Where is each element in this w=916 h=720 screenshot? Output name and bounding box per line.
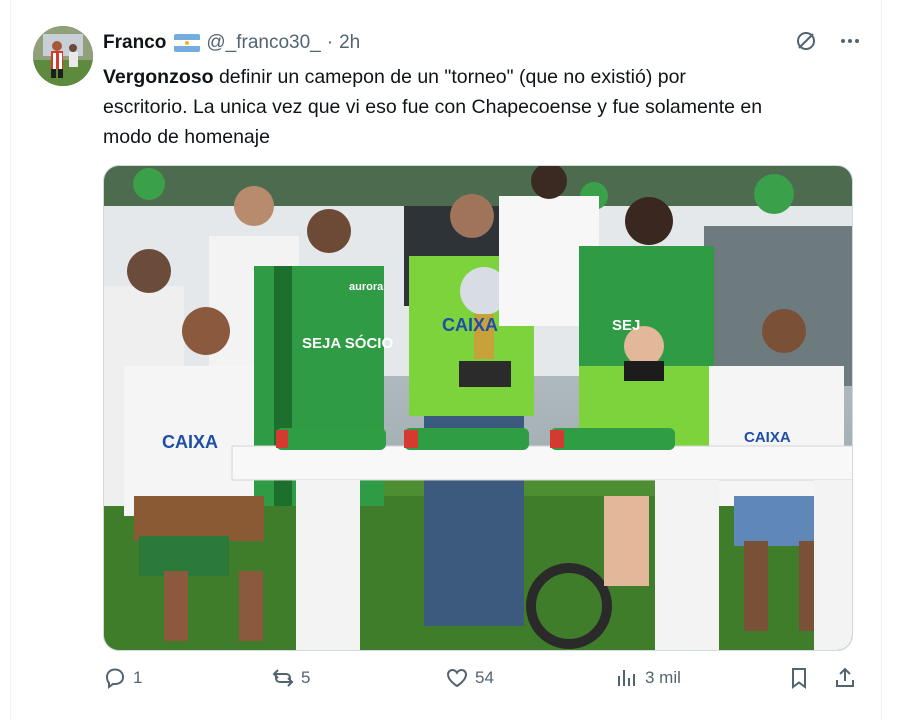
views-count: 3 mil [645, 668, 681, 687]
tweet-text-line-3: modo de homenaje [103, 126, 270, 148]
heart-icon [446, 668, 468, 688]
more-options-icon[interactable] [837, 28, 863, 54]
shirt-sponsor-3: CAIXA [162, 432, 218, 452]
reply-icon [105, 668, 125, 689]
author-handle[interactable]: @_franco30_ [206, 32, 320, 54]
like-count: 54 [475, 668, 494, 687]
timestamp[interactable]: 2h [339, 32, 360, 54]
grok-icon[interactable] [793, 28, 819, 54]
views-button[interactable]: 3 mil [615, 666, 681, 690]
shirt-sponsor-5: SEJ [612, 317, 640, 334]
shirt-sponsor-1: SEJA SÓCIO [302, 334, 393, 352]
shirt-sponsor-2: CAIXA [442, 315, 498, 335]
timeline-column: Franco @_franco30_ · 2h Vergonzoso defin… [10, 0, 882, 720]
tweet-text-line-2: escritorio. La unica vez que vi eso fue … [103, 96, 763, 118]
share-icon [836, 667, 854, 687]
tweet-actions: 1 5 54 3 mil [103, 666, 859, 698]
bookmark-icon [792, 668, 806, 689]
separator-dot: · [326, 32, 334, 53]
analytics-icon [618, 670, 635, 686]
shirt-brand-label: aurora [349, 281, 384, 293]
avatar[interactable] [33, 26, 93, 86]
tweet-photo[interactable]: SEJA SÓCIO CAIXA CAIXA CAIXA SEJ aurora [103, 165, 853, 651]
tweet-text-line-1: definir un camepon de un "torneo" (que n… [213, 66, 686, 88]
repost-icon [272, 669, 294, 687]
like-button[interactable]: 54 [445, 666, 494, 690]
tweet-text-bold: Vergonzoso [103, 66, 214, 88]
header-actions [793, 28, 863, 54]
repost-button[interactable]: 5 [271, 666, 310, 690]
author-name[interactable]: Franco [103, 32, 166, 54]
bookmark-button[interactable] [787, 666, 811, 690]
share-button[interactable] [833, 666, 857, 690]
repost-count: 5 [301, 668, 311, 687]
argentina-flag-icon [174, 34, 201, 52]
tweet-header: Franco @_franco30_ · 2h [103, 30, 360, 56]
reply-button[interactable]: 1 [103, 666, 142, 690]
reply-count: 1 [133, 668, 143, 687]
shirt-sponsor-4: CAIXA [744, 429, 791, 446]
tweet-text: Vergonzoso definir un camepon de un "tor… [103, 62, 873, 152]
